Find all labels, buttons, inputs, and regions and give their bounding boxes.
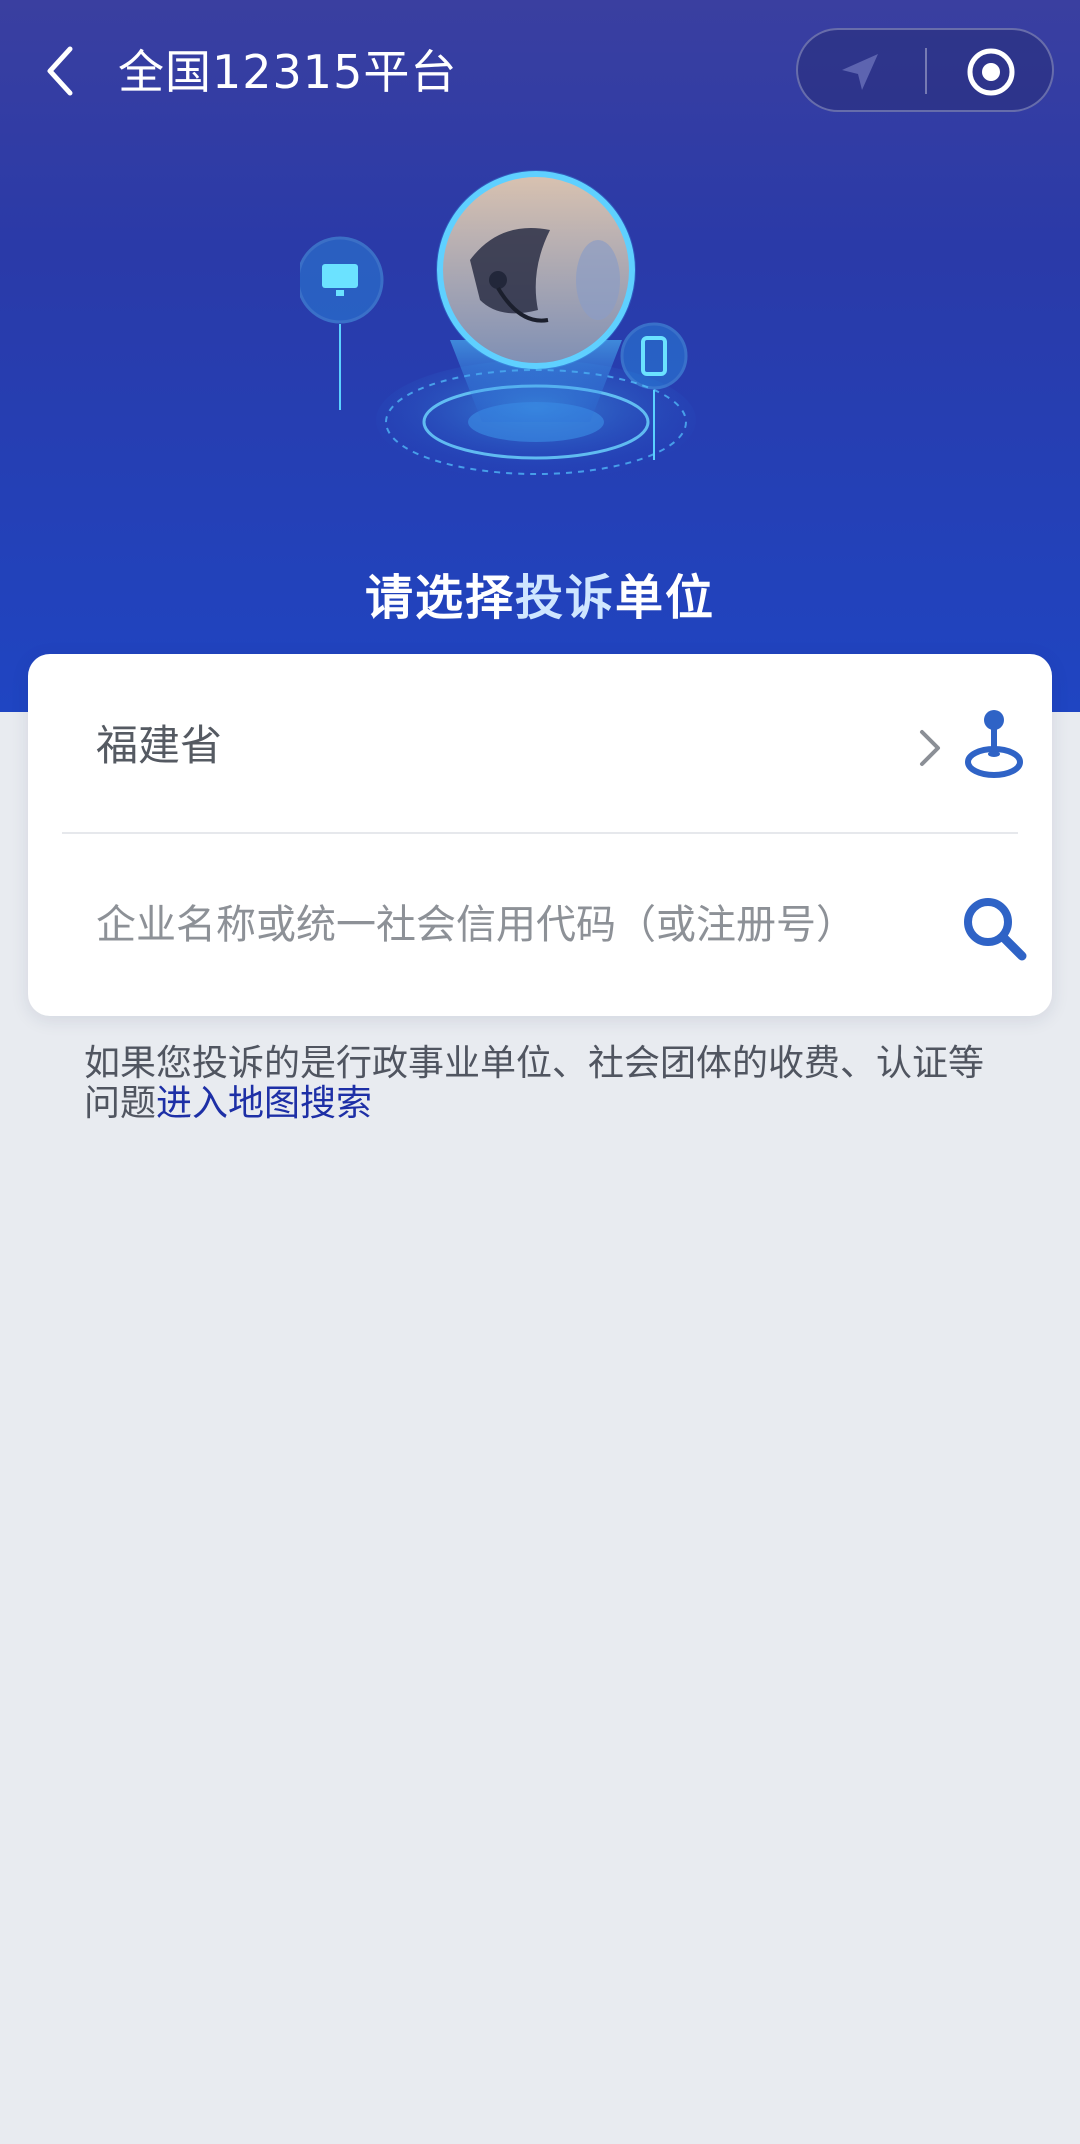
location-button[interactable]: [832, 50, 888, 94]
app-title: 全国12315平台: [118, 45, 458, 99]
hint-text: 如果您投诉的是行政事业单位、社会团体的收费、认证等问题进入地图搜索: [84, 1044, 984, 1124]
map-search-link[interactable]: 进入地图搜索: [156, 1083, 372, 1124]
record-circle-icon: [967, 48, 1015, 96]
title-part-3: 单位: [615, 570, 716, 626]
search-card: 福建省: [28, 654, 1052, 1016]
navigation-arrow-icon: [842, 54, 878, 90]
close-miniprogram-button[interactable]: [964, 46, 1018, 98]
customer-service-illustration: [300, 170, 696, 480]
hero-banner: 全国12315平台 请选择投诉单位: [0, 0, 1080, 712]
company-search-input[interactable]: [96, 892, 946, 958]
province-selector[interactable]: 福建省: [62, 654, 1023, 834]
chevron-right-icon: [920, 730, 940, 766]
locate-pin-icon[interactable]: [962, 706, 1026, 782]
title-part-1: 请选择: [364, 570, 515, 626]
province-value: 福建省: [96, 721, 223, 770]
back-button[interactable]: [30, 36, 90, 106]
company-search-row: [62, 836, 1027, 1016]
search-icon[interactable]: [960, 894, 1030, 964]
mini-program-capsule: [796, 28, 1054, 112]
title-highlight: 投诉: [514, 570, 615, 626]
page-title: 请选择投诉单位: [0, 558, 1080, 628]
capsule-divider: [925, 48, 927, 94]
chevron-left-icon: [47, 46, 73, 96]
